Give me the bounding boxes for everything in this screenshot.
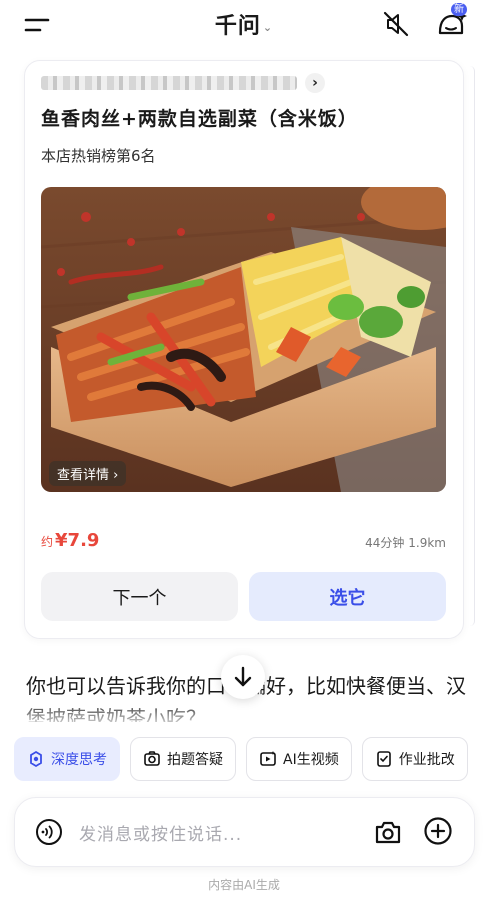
chip-photo-question[interactable]: 拍题答疑 [130,737,236,781]
homework-icon [376,751,391,767]
price: 约 ¥7.9 [41,530,99,551]
arrow-down-icon [234,666,252,687]
delivery-meta: 44分钟 1.9km [365,534,446,551]
delivery-time: 44分钟 [365,536,405,550]
chip-deep-think[interactable]: 深度思考 [14,737,120,781]
distance: 1.9km [408,536,446,550]
chip-label: 深度思考 [51,752,107,768]
app-title[interactable]: 千问 ⌄ [0,8,488,40]
chip-label: AI生视频 [283,752,339,768]
dish-photo[interactable] [41,187,446,492]
plus-icon[interactable] [423,816,453,846]
dish-name: 鱼香肉丝+两款自选副菜（含米饭） [41,108,358,130]
voice-icon[interactable] [35,818,63,846]
chip-ai-video[interactable]: AI生视频 [246,737,352,781]
photo-question-icon [144,751,160,766]
app-title-label: 千问 [214,14,261,39]
chip-homework[interactable]: 作业批改 [361,737,468,781]
ai-disclaimer: 内容由AI生成 [208,878,280,892]
card-stack-edge [470,66,475,626]
message-fade [0,700,488,730]
ai-video-icon [260,751,276,766]
deep-think-icon [30,750,42,768]
store-name-blurred [41,76,297,90]
pick-button[interactable]: 选它 [249,572,446,621]
scroll-to-bottom-button[interactable] [221,655,265,699]
message-input[interactable]: 发消息或按住说话... [79,820,242,845]
chip-label: 拍题答疑 [167,752,223,768]
next-button[interactable]: 下一个 [41,572,238,621]
view-details-link[interactable]: 查看详情 › [49,461,127,486]
camera-icon[interactable] [373,818,403,846]
title-chevron-icon: ⌄ [262,20,274,34]
rank-text: 本店热销榜第6名 [41,147,156,165]
mute-icon[interactable] [381,10,411,38]
store-chevron-icon: › [305,73,325,93]
chip-label: 作业批改 [398,752,455,768]
price-prefix: 约 [41,535,54,549]
price-value: ¥7.9 [55,530,100,551]
new-badge: 新 [451,3,467,16]
store-link[interactable]: › [41,70,325,96]
feature-chips: 深度思考 拍题答疑 AI生视频 作业批改 [14,737,468,781]
